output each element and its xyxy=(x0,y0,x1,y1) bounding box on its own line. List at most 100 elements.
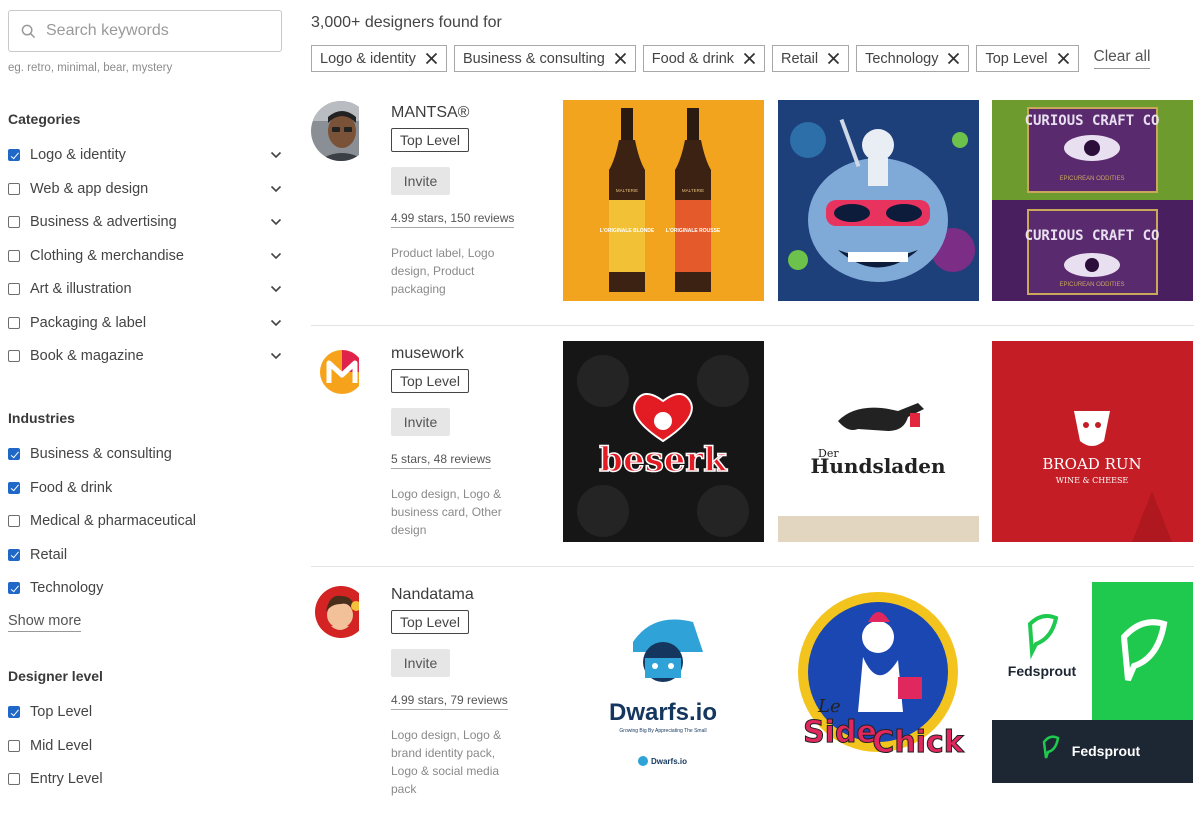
svg-text:EPICUREAN ODDITIES: EPICUREAN ODDITIES xyxy=(1059,176,1124,182)
industry-option[interactable]: Food & drink xyxy=(8,476,284,500)
checkbox[interactable] xyxy=(8,773,20,785)
close-icon[interactable] xyxy=(947,52,960,65)
designer-row: musework Top Level Invite 5 stars, 48 re… xyxy=(311,341,1194,581)
portfolio-beserk-logo[interactable]: beserk xyxy=(563,341,764,542)
filter-chip[interactable]: Top Level xyxy=(976,45,1079,72)
avatar[interactable] xyxy=(311,100,359,162)
rating-link[interactable]: 5 stars, 48 reviews xyxy=(391,452,492,469)
close-icon[interactable] xyxy=(743,52,756,65)
filter-chip[interactable]: Logo & identity xyxy=(311,45,447,72)
filter-chip-label: Technology xyxy=(865,50,939,67)
portfolio-broad-run-logo[interactable]: BROAD RUN WINE & CHEESE xyxy=(992,341,1193,542)
checkbox[interactable] xyxy=(8,216,20,228)
invite-button[interactable]: Invite xyxy=(391,649,450,677)
svg-text:Dwarfs.io: Dwarfs.io xyxy=(651,757,687,766)
invite-button[interactable]: Invite xyxy=(391,167,450,195)
industry-option[interactable]: Retail xyxy=(8,543,284,567)
clear-all-link[interactable]: Clear all xyxy=(1093,48,1151,69)
close-icon[interactable] xyxy=(827,52,840,65)
designer-row: Nandatama Top Level Invite 4.99 stars, 7… xyxy=(311,582,1194,822)
level-badge: Top Level xyxy=(391,369,469,393)
invite-button[interactable]: Invite xyxy=(391,408,450,436)
designer-level-option[interactable]: Mid Level xyxy=(8,734,284,758)
checkbox[interactable] xyxy=(8,515,20,527)
results-title: 3,000+ designers found for xyxy=(311,14,502,31)
svg-text:CURIOUS CRAFT CO: CURIOUS CRAFT CO xyxy=(1025,113,1160,129)
chevron-down-icon[interactable] xyxy=(270,350,282,362)
category-option[interactable]: Packaging & label xyxy=(8,311,284,335)
chevron-down-icon[interactable] xyxy=(270,317,282,329)
category-option[interactable]: Web & app design xyxy=(8,177,284,201)
show-more-link[interactable]: Show more xyxy=(8,613,82,632)
chevron-down-icon[interactable] xyxy=(270,183,282,195)
level-badge: Top Level xyxy=(391,610,469,634)
search-hint: eg. retro, minimal, bear, mystery xyxy=(8,62,173,74)
portfolio-curious-craft[interactable]: CURIOUS CRAFT CO EPICUREAN ODDITIES CURI… xyxy=(992,100,1193,301)
search-box[interactable] xyxy=(8,10,282,52)
designer-name[interactable]: musework xyxy=(391,345,464,363)
portfolio-dwarfs-logo[interactable]: Dwarfs.io Growing Big By Appreciating Th… xyxy=(563,582,764,783)
chevron-down-icon[interactable] xyxy=(270,216,282,228)
checkbox[interactable] xyxy=(8,249,20,262)
checkbox[interactable] xyxy=(8,582,20,594)
svg-text:Fedsprout: Fedsprout xyxy=(1072,743,1141,759)
category-option[interactable]: Clothing & merchandise xyxy=(8,244,284,268)
category-option-label: Web & app design xyxy=(30,180,149,197)
checkbox[interactable] xyxy=(8,548,20,561)
svg-text:EPICUREAN ODDITIES: EPICUREAN ODDITIES xyxy=(1059,282,1124,288)
designer-level-option[interactable]: Entry Level xyxy=(8,767,284,791)
filter-chip[interactable]: Food & drink xyxy=(642,45,766,72)
filter-sidebar: eg. retro, minimal, bear, mystery Catego… xyxy=(0,0,290,800)
chevron-down-icon[interactable] xyxy=(270,283,282,295)
portfolio-side-chick-logo[interactable]: Le Side Chick xyxy=(778,582,979,783)
industry-option[interactable]: Medical & pharmaceutical xyxy=(8,509,284,533)
checkbox[interactable] xyxy=(8,149,20,161)
checkbox[interactable] xyxy=(8,283,20,295)
chevron-down-icon[interactable] xyxy=(270,149,282,161)
designer-name[interactable]: Nandatama xyxy=(391,586,474,604)
filter-chip[interactable]: Technology xyxy=(856,45,970,72)
search-input[interactable] xyxy=(46,22,266,40)
checkbox[interactable] xyxy=(8,706,20,718)
close-icon[interactable] xyxy=(1057,52,1070,65)
portfolio-hundsladen-logo[interactable]: Der Hundsladen xyxy=(778,341,979,542)
checkbox[interactable] xyxy=(8,739,20,752)
industry-option[interactable]: Business & consulting xyxy=(8,442,284,466)
portfolio-astronaut-illustration[interactable] xyxy=(778,100,979,301)
category-option-label: Logo & identity xyxy=(30,147,126,163)
checkbox[interactable] xyxy=(8,182,20,195)
industry-option-label: Business & consulting xyxy=(30,446,172,462)
industry-option[interactable]: Technology xyxy=(8,576,284,600)
avatar[interactable] xyxy=(311,582,359,644)
portfolio-beer-labels[interactable]: MALTERIE L'ORIGINALE BLONDE MALTERIE L'O… xyxy=(563,100,764,301)
avatar[interactable] xyxy=(311,341,359,403)
close-icon[interactable] xyxy=(425,52,438,65)
filter-chip-label: Retail xyxy=(781,50,819,67)
close-icon[interactable] xyxy=(614,52,627,65)
filter-chip[interactable]: Retail xyxy=(772,45,850,72)
category-option[interactable]: Logo & identity xyxy=(8,143,284,167)
category-option[interactable]: Art & illustration xyxy=(8,277,284,301)
rating-link[interactable]: 4.99 stars, 79 reviews xyxy=(391,693,508,710)
chevron-down-icon[interactable] xyxy=(270,250,282,262)
portfolio-fedsprout-logo[interactable]: Fedsprout Fedsprout xyxy=(992,582,1193,783)
rating-link[interactable]: 4.99 stars, 150 reviews xyxy=(391,211,515,228)
category-option[interactable]: Book & magazine xyxy=(8,344,284,368)
designer-name[interactable]: MANTSA® xyxy=(391,104,469,122)
checkbox[interactable] xyxy=(8,316,20,329)
designer-level-option-label: Entry Level xyxy=(30,771,103,787)
checkbox[interactable] xyxy=(8,448,20,460)
category-option-label: Business & advertising xyxy=(30,214,177,230)
filter-chip[interactable]: Business & consulting xyxy=(453,45,636,72)
checkbox[interactable] xyxy=(8,350,20,362)
designer-level-option-label: Mid Level xyxy=(30,737,93,754)
checkbox[interactable] xyxy=(8,481,20,494)
row-divider xyxy=(311,325,1194,326)
filter-chip-label: Food & drink xyxy=(651,50,735,67)
search-icon xyxy=(21,24,36,38)
designer-level-option-label: Top Level xyxy=(30,704,93,720)
svg-text:BROAD RUN: BROAD RUN xyxy=(1042,455,1141,473)
designer-level-option[interactable]: Top Level xyxy=(8,700,284,724)
svg-text:L'ORIGINALE ROUSSE: L'ORIGINALE ROUSSE xyxy=(666,228,721,234)
category-option[interactable]: Business & advertising xyxy=(8,210,284,234)
